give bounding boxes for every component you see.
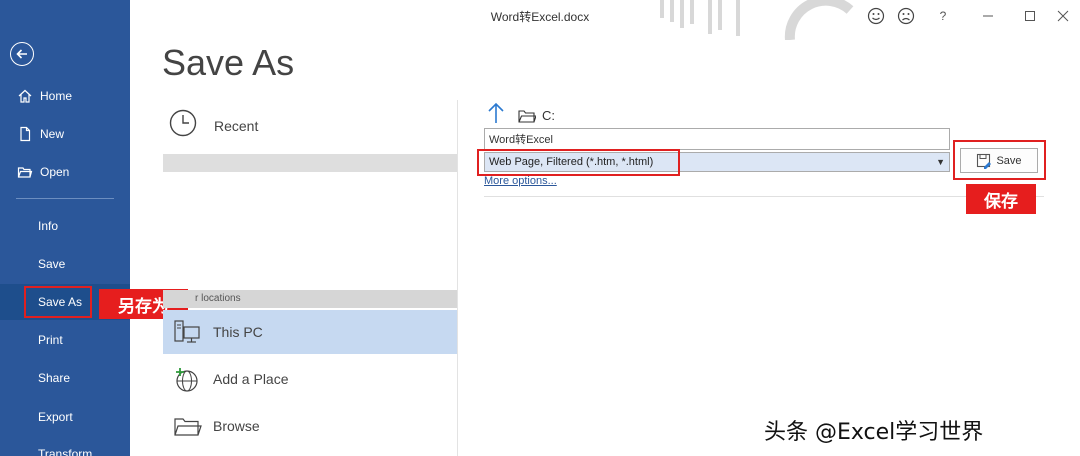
smile-feedback-icon[interactable] — [866, 6, 886, 26]
sidebar-item-label: Save — [38, 257, 66, 271]
help-icon[interactable]: ? — [933, 6, 953, 26]
location-label: Add a Place — [213, 371, 289, 387]
sidebar-item-open[interactable]: Open — [0, 154, 130, 190]
sidebar-item-export[interactable]: Export — [0, 399, 130, 435]
home-icon — [16, 87, 34, 105]
save-annotation: 保存 — [966, 184, 1036, 214]
minimize-icon[interactable] — [978, 6, 998, 26]
sidebar-item-transform[interactable]: Transform — [0, 436, 130, 456]
location-label: Browse — [213, 418, 260, 434]
save-as-highlight-box — [24, 286, 92, 318]
folder-icon — [171, 410, 203, 442]
open-folder-icon — [16, 163, 34, 181]
filename-input[interactable] — [484, 128, 950, 150]
sidebar-item-label: Open — [40, 165, 70, 179]
recent-list-placeholder — [163, 154, 457, 172]
globe-add-icon — [171, 363, 203, 395]
sidebar-item-label: New — [40, 127, 65, 141]
close-icon[interactable] — [1053, 6, 1073, 26]
folder-open-icon — [518, 108, 536, 124]
page-title: Save As — [162, 42, 295, 83]
more-options-link[interactable]: More options... — [484, 175, 557, 187]
panel-divider — [457, 100, 458, 456]
sidebar-item-new[interactable]: New — [0, 116, 130, 152]
location-recent[interactable]: Recent — [168, 108, 258, 143]
sidebar-item-label: Print — [38, 333, 63, 347]
back-arrow-icon[interactable] — [10, 42, 34, 66]
sidebar-item-label: Home — [40, 89, 73, 103]
clock-icon — [168, 108, 198, 143]
maximize-icon[interactable] — [1020, 6, 1040, 26]
divider — [484, 196, 1044, 197]
watermark-text: 头条 @Excel学习世界 — [764, 420, 984, 445]
title-decoration-graphic — [660, 0, 854, 40]
computer-icon — [171, 316, 203, 348]
sidebar-item-label: Export — [38, 410, 73, 424]
current-path: C: — [542, 108, 555, 123]
chevron-down-icon: ▼ — [936, 157, 945, 167]
sidebar-item-share[interactable]: Share — [0, 360, 130, 396]
sidebar-item-save[interactable]: Save — [0, 246, 130, 282]
sidebar-item-label: Transform — [38, 447, 93, 456]
sidebar-item-home[interactable]: Home — [0, 78, 130, 114]
location-browse[interactable]: Browse — [163, 404, 457, 448]
sidebar-item-label: Share — [38, 371, 71, 385]
location-label: This PC — [213, 324, 263, 340]
location-add-a-place[interactable]: Add a Place — [163, 357, 457, 401]
save-highlight-box — [953, 140, 1046, 180]
up-arrow-icon[interactable] — [486, 102, 506, 129]
sidebar-item-label: Info — [38, 219, 59, 233]
backstage-sidebar: Home New Open Info Save Save As Print Sh… — [0, 0, 130, 456]
frown-feedback-icon[interactable] — [896, 6, 916, 26]
location-this-pc[interactable]: This PC — [163, 310, 457, 354]
sidebar-item-print[interactable]: Print — [0, 322, 130, 358]
sidebar-divider — [16, 198, 114, 199]
sidebar-item-info[interactable]: Info — [0, 208, 130, 244]
location-label: Recent — [214, 117, 259, 134]
other-locations-header: r locations — [163, 290, 457, 308]
window-title: Word转Excel.docx — [490, 10, 590, 24]
path-breadcrumb: C: — [486, 102, 555, 129]
filetype-highlight-box — [477, 149, 680, 176]
new-document-icon — [16, 125, 34, 143]
